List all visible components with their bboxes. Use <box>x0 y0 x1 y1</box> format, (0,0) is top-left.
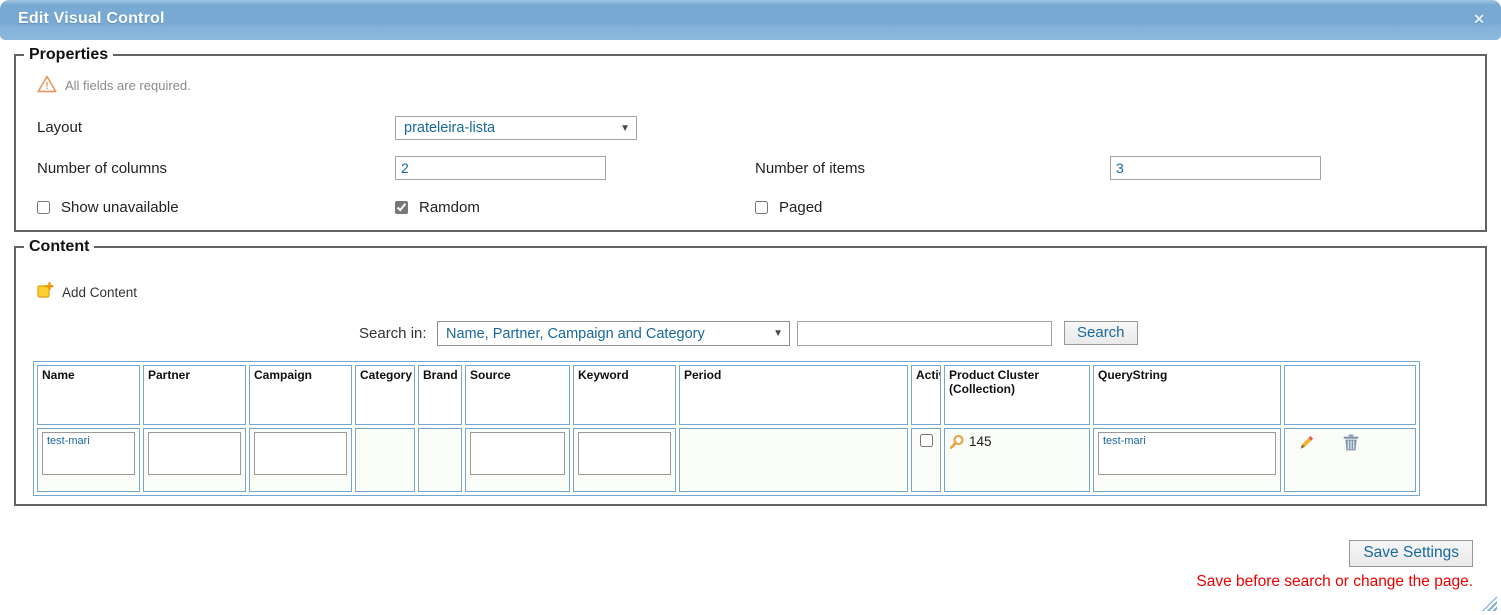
close-icon[interactable]: ✕ <box>1473 11 1485 28</box>
properties-section: Properties ! All fields are required. La… <box>14 46 1487 232</box>
col-header-category: Category <box>355 365 415 425</box>
random-checkbox[interactable] <box>395 201 408 214</box>
row-category-cell <box>355 428 415 492</box>
col-header-source: Source <box>465 365 570 425</box>
layout-select-value: prateleira-lista <box>404 120 495 136</box>
resize-handle-icon[interactable] <box>1482 596 1497 611</box>
warning-icon: ! <box>37 75 57 98</box>
col-header-active: Activ <box>911 365 941 425</box>
svg-text:!: ! <box>45 81 48 92</box>
row-querystring-input[interactable]: test-mari <box>1098 432 1276 475</box>
col-header-product-cluster: Product Cluster (Collection) <box>944 365 1090 425</box>
save-warning-text: Save before search or change the page. <box>1196 573 1473 591</box>
add-note-icon <box>37 282 54 303</box>
content-legend: Content <box>24 238 94 256</box>
col-header-name: Name <box>37 365 140 425</box>
show-unavailable-label: Show unavailable <box>61 199 179 216</box>
random-label: Ramdom <box>419 199 480 216</box>
row-active-checkbox[interactable] <box>920 434 933 447</box>
chevron-down-icon: ▼ <box>620 123 630 134</box>
save-settings-button[interactable]: Save Settings <box>1349 540 1473 567</box>
delete-trash-icon[interactable] <box>1343 434 1359 457</box>
paged-label: Paged <box>779 199 822 216</box>
paged-checkbox[interactable] <box>755 201 768 214</box>
dialog-titlebar: Edit Visual Control ✕ <box>0 0 1501 40</box>
product-cluster-value: 145 <box>969 434 992 449</box>
table-header-row: Name Partner Campaign Category Brand Sou… <box>37 365 1416 425</box>
layout-label: Layout <box>37 119 82 136</box>
col-header-campaign: Campaign <box>249 365 352 425</box>
magnifier-icon[interactable] <box>949 434 965 453</box>
col-header-brand: Brand <box>418 365 462 425</box>
chevron-down-icon: ▼ <box>773 328 783 339</box>
properties-legend: Properties <box>24 46 113 64</box>
layout-select[interactable]: prateleira-lista ▼ <box>395 116 637 140</box>
dialog-footer: Save Settings Save before search or chan… <box>1196 540 1473 591</box>
add-content-label: Add Content <box>62 285 137 300</box>
col-header-actions <box>1284 365 1416 425</box>
search-field-select[interactable]: Name, Partner, Campaign and Category ▼ <box>437 321 790 346</box>
search-query-input[interactable] <box>797 321 1052 346</box>
number-of-columns-label: Number of columns <box>37 160 167 177</box>
search-button[interactable]: Search <box>1064 321 1138 345</box>
col-header-querystring: QueryString <box>1093 365 1281 425</box>
required-note: All fields are required. <box>65 78 191 93</box>
edit-pencil-icon[interactable] <box>1297 434 1315 457</box>
table-row: test-mari <box>37 428 1416 492</box>
row-partner-input[interactable] <box>148 432 241 475</box>
row-keyword-input[interactable] <box>578 432 671 475</box>
row-source-input[interactable] <box>470 432 565 475</box>
number-of-items-input[interactable] <box>1110 156 1321 180</box>
col-header-period: Period <box>679 365 908 425</box>
content-table: Name Partner Campaign Category Brand Sou… <box>33 361 1420 496</box>
col-header-keyword: Keyword <box>573 365 676 425</box>
search-field-select-value: Name, Partner, Campaign and Category <box>446 326 705 342</box>
number-of-items-label: Number of items <box>755 160 865 177</box>
row-period-cell <box>679 428 908 492</box>
show-unavailable-checkbox[interactable] <box>37 201 50 214</box>
dialog-title: Edit Visual Control <box>18 10 165 28</box>
content-section: Content Add Content Search in: Name, Par… <box>14 238 1487 506</box>
number-of-columns-input[interactable] <box>395 156 606 180</box>
row-brand-cell <box>418 428 462 492</box>
col-header-partner: Partner <box>143 365 246 425</box>
add-content-button[interactable]: Add Content <box>37 282 137 303</box>
search-in-label: Search in: <box>359 325 427 342</box>
row-name-input[interactable]: test-mari <box>42 432 135 475</box>
row-campaign-input[interactable] <box>254 432 347 475</box>
